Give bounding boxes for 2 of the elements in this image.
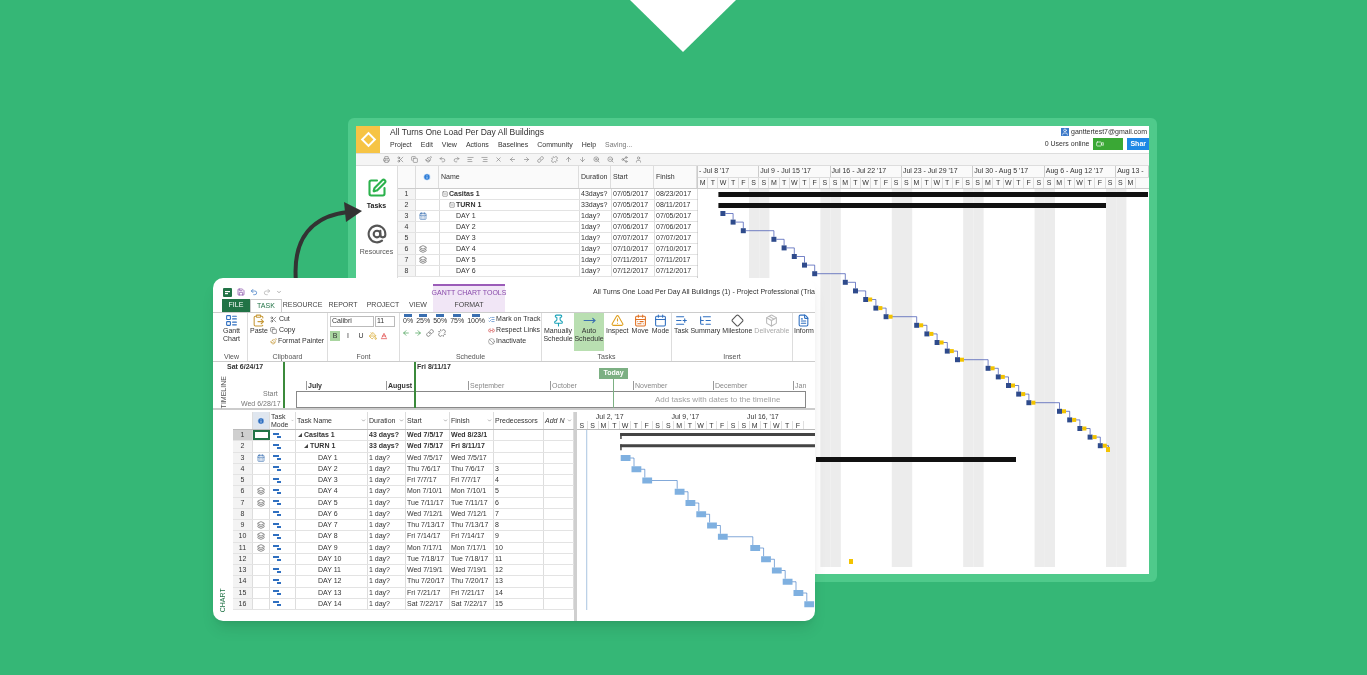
document-title: All Turns One Load Per Day All Buildings <box>390 127 546 138</box>
timeline-placeholder: Add tasks with dates to the timeline <box>655 394 781 406</box>
